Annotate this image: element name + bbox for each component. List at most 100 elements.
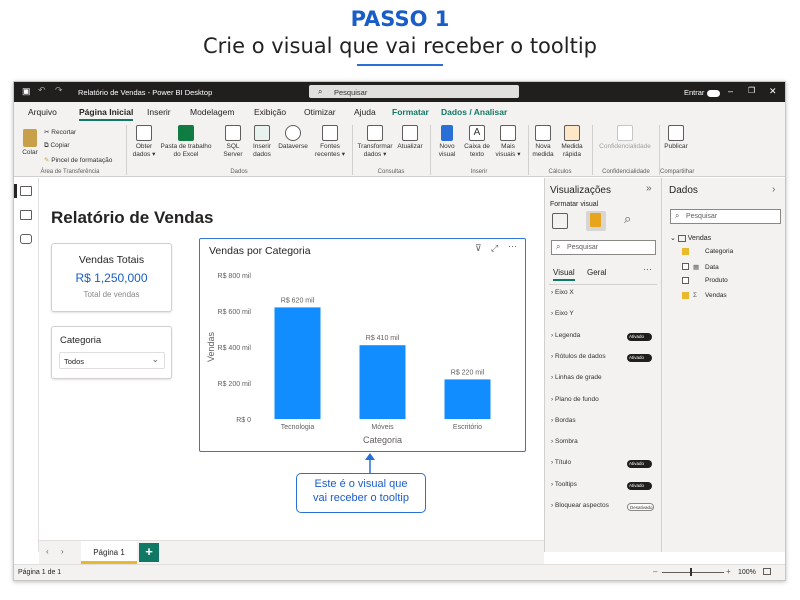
restore-icon[interactable]: ❐ (748, 86, 755, 95)
format-section-0[interactable]: › Eixo X (551, 289, 659, 303)
tab-dados-analisar[interactable]: Dados / Analisar (441, 107, 507, 117)
chevron-right-icon[interactable]: › (772, 184, 775, 195)
format-section-2[interactable]: › Legenda Ativado (551, 332, 659, 346)
checkbox-checked-icon[interactable] (682, 248, 689, 255)
signin-link[interactable]: Entrar (684, 88, 704, 97)
checkbox-icon[interactable] (682, 277, 689, 284)
copy-label: Copiar (50, 142, 70, 149)
more-visuals-button[interactable]: Mais visuais ▾ (494, 123, 522, 158)
section-toggle[interactable]: Ativado (627, 481, 652, 490)
recent-sources-button[interactable]: Fontes recentes ▾ (312, 123, 348, 158)
format-section-label: Legenda (554, 331, 581, 339)
section-toggle[interactable]: Ativado (627, 460, 652, 469)
tab-modelagem[interactable]: Modelagem (190, 107, 234, 117)
dataverse-button[interactable]: Dataverse (276, 123, 310, 151)
kpi-card[interactable]: Vendas Totais R$ 1,250,000 Total de vend… (51, 243, 172, 312)
format-section-6[interactable]: › Bordas (551, 417, 659, 431)
viz-pane-title: Visualizações (550, 185, 611, 196)
fit-page-icon[interactable] (763, 568, 771, 575)
format-section-1[interactable]: › Eixo Y (551, 310, 659, 324)
new-measure-button[interactable]: Nova medida (530, 123, 556, 158)
analytics-icon[interactable]: ⌕ (624, 211, 631, 227)
format-section-4[interactable]: › Linhas de grade (551, 374, 659, 388)
sql-server-button[interactable]: SQL Server (219, 123, 247, 158)
model-view-icon[interactable] (20, 234, 32, 244)
table-view-icon[interactable] (20, 210, 32, 220)
tab-otimizar[interactable]: Otimizar (304, 107, 336, 117)
signin-toggle[interactable] (707, 88, 720, 97)
menu-tabs: Arquivo Página Inicial Inserir Modelagem… (14, 102, 785, 121)
minimize-icon[interactable]: – (728, 86, 733, 96)
more-options-icon[interactable]: ⋯ (643, 264, 652, 275)
checkbox-checked-icon[interactable] (682, 291, 689, 299)
redo-icon[interactable]: ↷ (55, 85, 63, 96)
enter-data-button[interactable]: Inserir dados (248, 123, 276, 158)
undo-icon[interactable]: ↶ (38, 85, 46, 96)
tab-ajuda[interactable]: Ajuda (354, 107, 376, 117)
format-section-10[interactable]: › Bloquear aspectos Desativado (551, 502, 659, 516)
shield-icon (617, 125, 633, 141)
get-data-button[interactable]: Obter dados ▾ (129, 123, 159, 158)
section-toggle[interactable]: Desativado (627, 503, 654, 511)
format-section-9[interactable]: › Tooltips Ativado (551, 481, 659, 495)
tab-arquivo[interactable]: Arquivo (28, 107, 57, 117)
group-label-clipboard: Área de Transferência (40, 169, 100, 175)
transform-data-button[interactable]: Transformar dados ▾ (356, 123, 394, 158)
quick-measure-button[interactable]: Medida rápida (558, 123, 586, 158)
field-item[interactable]: Categoria (682, 248, 777, 260)
field-item[interactable]: Σ Vendas (682, 291, 777, 304)
format-section-7[interactable]: › Sombra (551, 438, 659, 452)
tab-geral[interactable]: Geral (587, 268, 607, 277)
zoom-in-icon[interactable]: + (726, 567, 731, 576)
callout-line-1: Este é o visual que (314, 478, 408, 490)
slicer-dropdown[interactable]: Todos ⌄ (59, 352, 165, 369)
title-search-input[interactable]: ⌕ Pesquisar (309, 85, 519, 98)
cut-button[interactable]: ✂ Recortar (44, 128, 76, 136)
save-icon[interactable]: ▣ (22, 86, 31, 97)
bar-chart-visual[interactable]: Vendas por Categoria ⊽ ⤢ ⋯ R$ 0 R$ 200 mi… (199, 238, 526, 452)
checkbox-icon[interactable] (682, 263, 689, 271)
zoom-slider-thumb[interactable] (690, 568, 692, 576)
viz-search-input[interactable]: ⌕ Pesquisar (551, 240, 656, 255)
paste-button[interactable]: Colar (18, 127, 42, 157)
excel-button[interactable]: Pasta de trabalho do Excel (160, 123, 212, 158)
tab-formatar[interactable]: Formatar (392, 107, 429, 117)
page-tab-1[interactable]: Página 1 (81, 541, 137, 564)
next-page-icon[interactable]: › (61, 547, 64, 556)
collapse-pane-icon[interactable]: » (646, 183, 652, 194)
table-node[interactable]: ⌄ Vendas (670, 234, 711, 242)
prev-page-icon[interactable]: ‹ (46, 547, 49, 556)
tab-exibicao[interactable]: Exibição (254, 107, 286, 117)
format-section-8[interactable]: › Título Ativado (551, 459, 659, 473)
report-view-icon[interactable] (20, 186, 32, 196)
table-name: Vendas (687, 235, 712, 242)
format-section-5[interactable]: › Plano de fundo (551, 396, 659, 410)
recent-label: Fontes recentes (314, 143, 340, 158)
category-slicer[interactable]: Categoria Todos ⌄ (51, 326, 172, 379)
zoom-out-icon[interactable]: – (653, 567, 657, 576)
tab-inserir[interactable]: Inserir (147, 107, 171, 117)
field-item[interactable]: ▦ Data (682, 263, 777, 275)
close-icon[interactable]: ✕ (769, 86, 777, 97)
add-page-button[interactable]: + (139, 543, 159, 562)
enter-data-label: Inserir dados (252, 143, 272, 158)
step-heading: PASSO 1 (350, 7, 450, 31)
refresh-button[interactable]: Atualizar (395, 123, 425, 151)
copy-button[interactable]: ⧉ Copiar (44, 142, 70, 150)
page-status: Página 1 de 1 (18, 569, 62, 576)
cut-label: Recortar (51, 129, 77, 136)
format-visual-tab[interactable] (586, 211, 606, 231)
format-painter-button[interactable]: ✎ Pincel de formatação (44, 156, 112, 164)
data-search-input[interactable]: ⌕ Pesquisar (670, 209, 781, 224)
zoom-slider[interactable] (662, 572, 724, 573)
new-visual-button[interactable]: Novo visual (434, 123, 460, 158)
publish-button[interactable]: Publicar (662, 123, 690, 151)
tab-pagina-inicial[interactable]: Página Inicial (79, 107, 134, 121)
text-box-button[interactable]: A Caixa de texto (462, 123, 492, 158)
field-item[interactable]: Produto (682, 277, 777, 289)
format-section-3[interactable]: › Rótulos de dados Ativado (551, 353, 659, 367)
section-toggle[interactable]: Ativado (627, 332, 652, 341)
tab-visual[interactable]: Visual (553, 268, 575, 281)
section-toggle[interactable]: Ativado (627, 353, 652, 362)
build-visual-icon[interactable] (552, 213, 568, 229)
